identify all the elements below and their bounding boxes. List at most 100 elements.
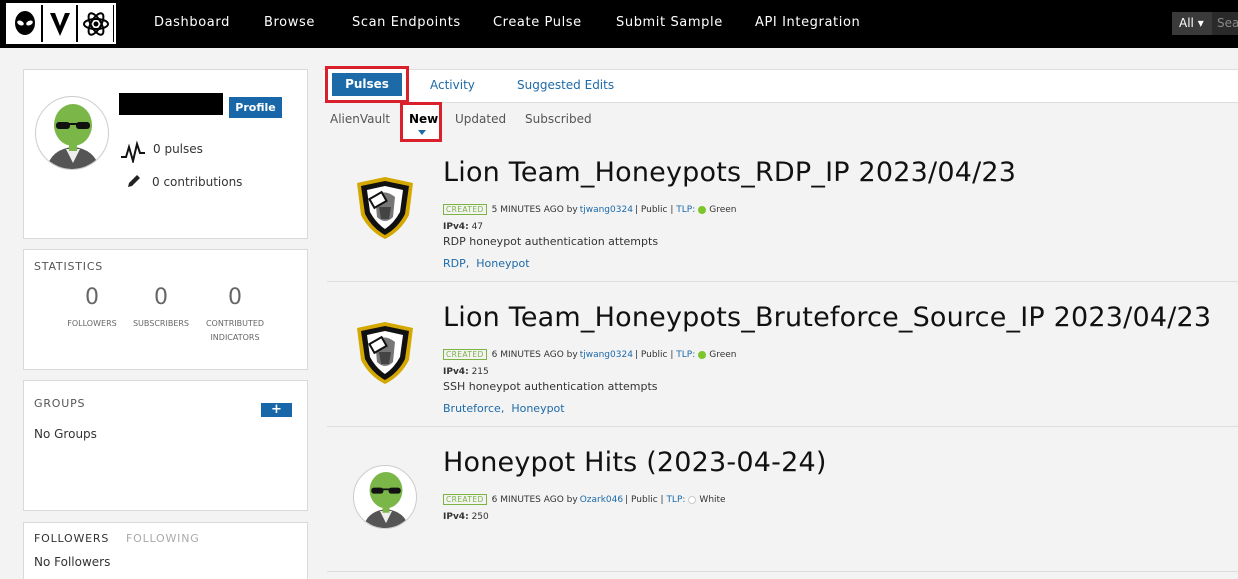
profile-card: Profile 0 pulses 0 contributions [23,69,308,239]
pulse-tags: RDP, Honeypot [443,257,530,270]
tab-suggested-edits[interactable]: Suggested Edits [517,78,614,92]
tlp-link[interactable]: TLP: [666,495,685,505]
tag-link[interactable]: Honeypot [511,402,564,415]
pulse-visibility: Public [631,494,658,505]
tlp-green-dot-icon [698,350,707,359]
tlp-link[interactable]: TLP: [676,205,695,215]
tag-link[interactable]: Bruteforce [443,402,501,415]
followers-card: FOLLOWERS FOLLOWING No Followers [23,522,308,579]
pulse-list-item: Lion Team_Honeypots_RDP_IP 2023/04/23 CR… [327,147,1238,282]
groups-title: GROUPS [34,397,86,410]
subtab-new[interactable]: New [409,112,438,126]
subtab-subscribed[interactable]: Subscribed [525,112,592,126]
pulse-meta: CREATED 5 MINUTES AGO by tjwang0324 | Pu… [443,204,737,215]
created-badge: CREATED [443,494,487,505]
separator: | [667,204,677,215]
separator: | [634,349,638,360]
tag-link[interactable]: RDP [443,257,466,270]
redacted-username [119,93,223,115]
alien-logo-icon [8,5,43,42]
subtab-updated[interactable]: Updated [455,112,506,126]
pulse-ipv4: IPv4: 215 [443,367,489,377]
tlp-white-dot-icon [688,495,697,504]
tlp-value: Green [709,204,737,215]
profile-button[interactable]: Profile [229,97,282,118]
separator: | [634,204,638,215]
add-group-button[interactable]: + [261,403,292,417]
pulse-author-link[interactable]: tjwang0324 [580,205,633,215]
search-input[interactable]: Sea [1212,12,1238,35]
followers-label: FOLLOWERS [67,319,117,328]
tag-link[interactable]: Honeypot [476,257,529,270]
created-badge: CREATED [443,349,487,360]
nav-scan-endpoints[interactable]: Scan Endpoints [352,15,461,30]
no-followers-text: No Followers [34,555,111,569]
tlp-link[interactable]: TLP: [676,350,695,360]
lion-shield-icon [357,177,413,239]
tab-followers[interactable]: FOLLOWERS [34,532,109,545]
nav-create-pulse[interactable]: Create Pulse [493,15,582,30]
alien-avatar-icon [363,472,409,528]
atom-logo-icon [78,5,113,42]
pulse-list-item: Honeypot Hits (2023-04-24) CREATED 6 MIN… [327,427,1238,572]
no-groups-text: No Groups [34,427,97,441]
ipv4-count: 215 [471,367,489,377]
tab-activity[interactable]: Activity [430,78,475,92]
v-logo-icon [43,5,78,42]
pulse-time: 6 MINUTES AGO by [491,349,578,360]
pulse-title[interactable]: Lion Team_Honeypots_Bruteforce_Source_IP… [443,302,1211,333]
followers-count: 0 [85,285,99,310]
search-scope-dropdown[interactable]: All ▾ [1172,12,1212,35]
pulse-time: 5 MINUTES AGO by [491,204,578,215]
otx-logo[interactable] [6,3,116,44]
pulse-activity-icon [121,141,145,163]
pulse-meta: CREATED 6 MINUTES AGO by Ozark046 | Publ… [443,494,726,505]
statistics-card: STATISTICS 0 FOLLOWERS 0 SUBSCRIBERS 0 C… [23,249,308,370]
ipv4-label: IPv4: [443,222,469,232]
user-avatar [35,96,109,170]
groups-card: GROUPS + No Groups [23,380,308,511]
pulse-title[interactable]: Lion Team_Honeypots_RDP_IP 2023/04/23 [443,157,1016,188]
separator: | [667,349,677,360]
pulse-title[interactable]: Honeypot Hits (2023-04-24) [443,447,827,478]
created-badge: CREATED [443,204,487,215]
lion-shield-icon [357,322,413,384]
sort-caret-icon [418,130,426,135]
ipv4-label: IPv4: [443,367,469,377]
top-nav-bar: Dashboard Browse Scan Endpoints Create P… [0,0,1238,48]
contributed-indicators-label: CONTRIBUTED INDICATORS [205,319,265,342]
tab-pulses[interactable]: Pulses [325,66,409,103]
pulse-author-link[interactable]: Ozark046 [580,495,623,505]
pulse-meta: CREATED 6 MINUTES AGO by tjwang0324 | Pu… [443,349,737,360]
subscribers-label: SUBSCRIBERS [132,319,190,328]
nav-dashboard[interactable]: Dashboard [154,15,230,30]
pulse-visibility: Public [640,204,668,215]
pulse-visibility: Public [640,349,668,360]
pulses-count: 0 pulses [153,142,203,156]
pulse-description: SSH honeypot authentication attempts [443,380,658,393]
pulse-time: 6 MINUTES AGO by [491,494,578,505]
tab-pulses-label: Pulses [332,73,402,96]
nav-browse[interactable]: Browse [264,15,315,30]
subtab-alienvault[interactable]: AlienVault [330,112,390,126]
contributed-indicators-count: 0 [228,285,242,310]
nav-submit-sample[interactable]: Submit Sample [616,15,723,30]
subscribers-count: 0 [154,285,168,310]
tab-following[interactable]: FOLLOWING [126,532,200,545]
ipv4-label: IPv4: [443,512,469,522]
pulse-list-item: Lion Team_Honeypots_Bruteforce_Source_IP… [327,282,1238,427]
pulse-tags: Bruteforce, Honeypot [443,402,565,415]
nav-api-integration[interactable]: API Integration [755,15,860,30]
separator: | [625,494,629,505]
pulse-ipv4: IPv4: 47 [443,222,483,232]
alien-avatar-icon [46,104,100,169]
tlp-value: White [699,494,726,505]
tlp-value: Green [709,349,737,360]
tlp-green-dot-icon [698,205,707,214]
ipv4-count: 250 [471,512,489,522]
pulse-description: RDP honeypot authentication attempts [443,235,659,248]
pencil-icon [128,175,140,187]
pulse-ipv4: IPv4: 250 [443,512,489,522]
author-avatar [353,465,417,529]
pulse-author-link[interactable]: tjwang0324 [580,350,633,360]
